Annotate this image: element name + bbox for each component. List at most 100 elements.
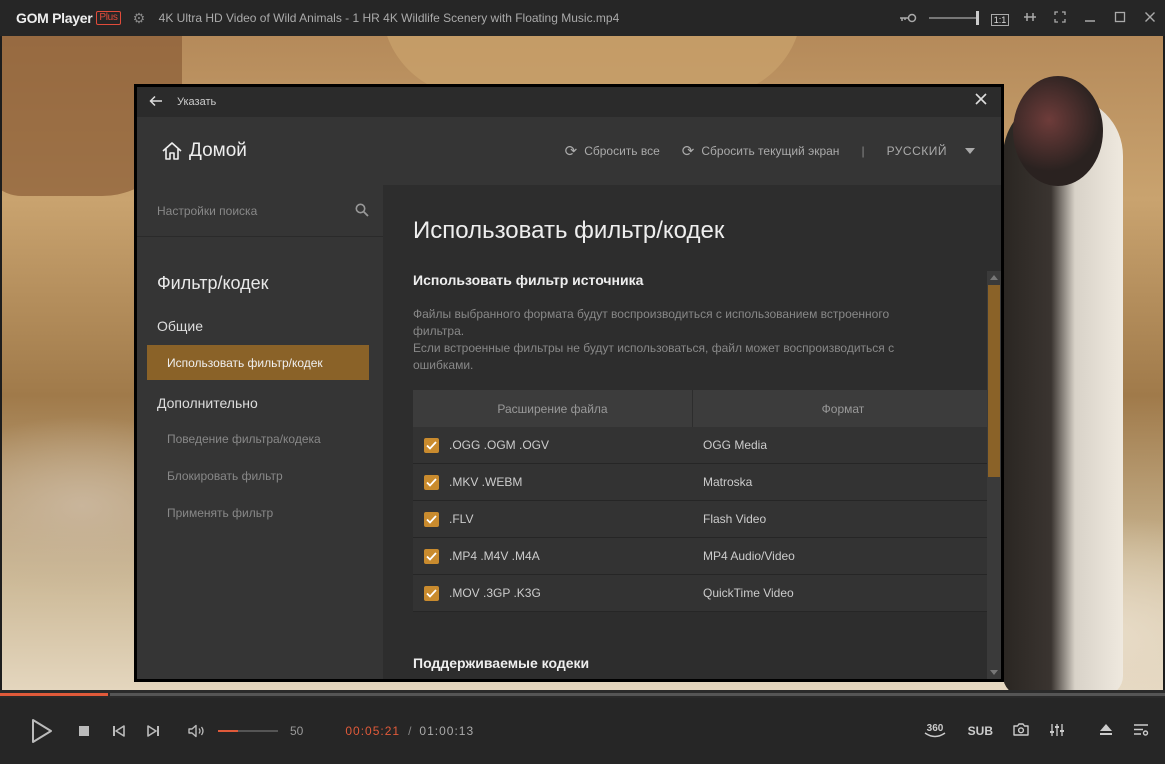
screenshot-button[interactable] (1013, 723, 1029, 739)
opacity-slider[interactable] (929, 11, 979, 25)
preferences-dialog: Указать Домой ⟳ Сбросить все ⟳ Сбросить … (134, 84, 1004, 682)
content-scrollbar[interactable] (987, 271, 1001, 679)
checkmark-icon (426, 551, 437, 561)
camera-icon (1013, 723, 1029, 736)
dialog-close-icon[interactable] (975, 93, 987, 109)
speaker-icon (188, 724, 204, 738)
open-file-button[interactable] (1099, 723, 1113, 739)
sidebar-item-apply-filter[interactable]: Применять фильтр (167, 495, 383, 532)
refresh-icon: ⟳ (681, 143, 695, 160)
settings-search-input[interactable]: Настройки поиска (137, 185, 383, 237)
seek-bar[interactable] (0, 690, 1165, 698)
skip-back-icon (113, 725, 125, 737)
pin-icon[interactable] (1015, 11, 1045, 26)
row-checkbox[interactable] (424, 474, 439, 490)
reset-current-button[interactable]: ⟳ Сбросить текущий экран (682, 142, 840, 160)
search-placeholder: Настройки поиска (157, 203, 258, 218)
row-format: OGG Media (703, 438, 768, 452)
play-button[interactable] (30, 718, 54, 744)
table-row[interactable]: .FLV Flash Video (413, 501, 993, 538)
playlist-icon (1134, 724, 1149, 736)
reset-all-button[interactable]: ⟳ Сбросить все (565, 142, 660, 160)
table-row[interactable]: .OGG .OGM .OGV OGG Media (413, 427, 993, 464)
back-arrow-icon[interactable] (149, 94, 169, 111)
header-actions: ⟳ Сбросить все ⟳ Сбросить текущий экран … (543, 117, 975, 185)
row-checkbox[interactable] (424, 548, 439, 564)
checkmark-icon (426, 588, 437, 598)
skip-forward-icon (147, 725, 159, 737)
settings-sidebar: Настройки поиска Фильтр/кодек Общие Испо… (137, 185, 383, 679)
chevron-down-icon (965, 148, 975, 154)
key-icon[interactable] (893, 11, 923, 26)
volume-value: 50 (290, 724, 304, 738)
controls-right: 360 SUB (902, 698, 1149, 764)
table-row[interactable]: .MOV .3GP .K3G QuickTime Video (413, 575, 993, 612)
title-bar: GOM Player Plus ⚙ 4K Ultra HD Video of W… (0, 0, 1165, 36)
reset-all-label: Сбросить все (584, 144, 660, 158)
content-scrollbar-thumb[interactable] (988, 285, 1000, 477)
playlist-button[interactable] (1133, 723, 1149, 739)
table-header: Расширение файла Формат (413, 390, 1001, 427)
vr-360-label: 360 (926, 723, 943, 734)
scroll-down-icon[interactable] (990, 670, 998, 675)
mute-button[interactable] (188, 724, 208, 738)
search-icon[interactable] (355, 203, 369, 217)
header-separator: | (861, 144, 865, 158)
row-format: QuickTime Video (703, 586, 794, 600)
vr-360-button[interactable]: 360 (922, 720, 948, 743)
row-format: MP4 Audio/Video (703, 549, 795, 563)
sidebar-item-block-filter[interactable]: Блокировать фильтр (167, 458, 383, 495)
supported-codecs-title: Поддерживаемые кодеки (413, 655, 590, 671)
sidebar-item-use-filter-codec[interactable]: Использовать фильтр/кодек (147, 345, 369, 380)
reset-current-label: Сбросить текущий экран (701, 144, 840, 158)
column-header-extension: Расширение файла (413, 390, 693, 427)
row-extension: .MP4 .M4V .M4A (449, 549, 540, 563)
total-time: 01:00:13 (419, 724, 475, 738)
volume-level (218, 730, 238, 732)
sidebar-group-advanced[interactable]: Дополнительно (157, 395, 383, 411)
close-icon[interactable] (1135, 11, 1165, 26)
row-extension: .MOV .3GP .K3G (449, 586, 541, 600)
next-button[interactable] (146, 725, 160, 737)
stop-icon (79, 726, 89, 736)
table-rows: .OGG .OGM .OGV OGG Media .MKV .WEBM Matrosk… (413, 427, 1001, 612)
equalizer-button[interactable] (1049, 723, 1065, 740)
refresh-icon: ⟳ (564, 143, 578, 160)
fullscreen-icon[interactable] (1045, 10, 1075, 26)
subtitle-button[interactable]: SUB (968, 724, 993, 738)
row-checkbox[interactable] (424, 585, 439, 601)
scroll-up-icon[interactable] (990, 275, 998, 280)
home-button[interactable]: Домой (161, 140, 247, 162)
gear-icon[interactable]: ⚙ (133, 11, 147, 25)
app-logo[interactable]: GOM Player Plus (16, 10, 121, 26)
brand-plus-badge: Plus (96, 11, 121, 25)
dialog-body: Настройки поиска Фильтр/кодек Общие Испо… (137, 185, 1001, 679)
language-label: РУССКИЙ (886, 144, 947, 158)
sidebar-group-general[interactable]: Общие (157, 318, 383, 334)
player-controls: 50 00:05:21 / 01:00:13 360 SUB (0, 698, 1165, 764)
time-separator: / (408, 724, 412, 738)
description-line-2: Если встроенные фильтры не будут использ… (413, 341, 895, 372)
volume-slider[interactable] (218, 730, 278, 732)
maximize-icon[interactable] (1105, 11, 1135, 26)
previous-button[interactable] (112, 725, 126, 737)
brand-name: GOM Player (16, 10, 93, 26)
current-time: 00:05:21 (345, 724, 401, 738)
home-label: Домой (189, 140, 247, 161)
gom-player-window: GOM Player Plus ⚙ 4K Ultra HD Video of W… (0, 0, 1165, 764)
sidebar-item-filter-behavior[interactable]: Поведение фильтра/кодека (167, 421, 383, 458)
stop-button[interactable] (78, 725, 90, 737)
play-icon (32, 719, 52, 743)
checkmark-icon (426, 477, 437, 487)
vr-360-icon: 360 (924, 723, 946, 737)
row-checkbox[interactable] (424, 511, 439, 527)
language-dropdown[interactable]: РУССКИЙ (887, 144, 975, 158)
ratio-button[interactable]: 1:1 (985, 11, 1015, 26)
row-checkbox[interactable] (424, 437, 439, 453)
sidebar-section-title: Фильтр/кодек (157, 273, 269, 293)
seek-bar-played (0, 693, 108, 696)
table-row[interactable]: .MP4 .M4V .M4A MP4 Audio/Video (413, 538, 993, 575)
table-row[interactable]: .MKV .WEBM Matroska (413, 464, 993, 501)
dialog-header: Домой ⟳ Сбросить все ⟳ Сбросить текущий … (137, 117, 1001, 185)
minimize-icon[interactable] (1075, 11, 1105, 26)
